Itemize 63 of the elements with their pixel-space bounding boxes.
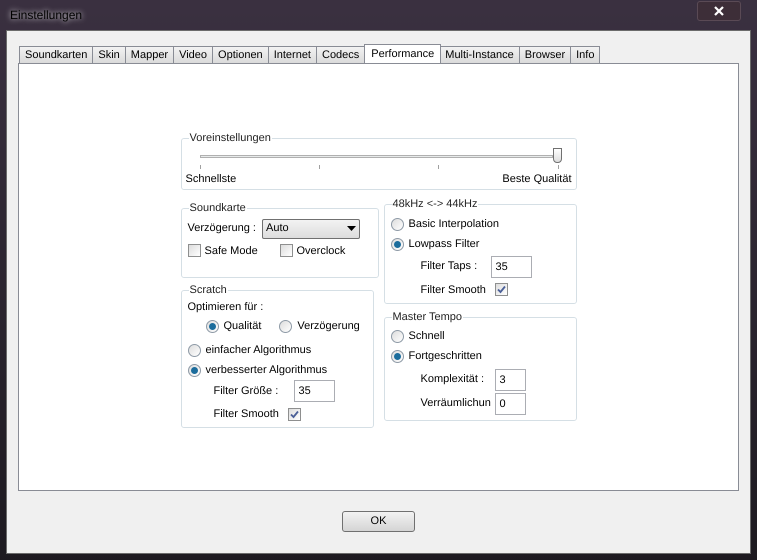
slider-min-label: Schnellste bbox=[186, 172, 236, 186]
caret-icon bbox=[347, 226, 356, 231]
group-title: Voreinstellungen bbox=[188, 131, 272, 146]
tick-mark bbox=[438, 164, 440, 168]
checkbox-label: Safe Mode bbox=[204, 244, 258, 258]
tab[interactable]: Info bbox=[570, 46, 600, 63]
radio-button[interactable] bbox=[390, 218, 404, 231]
tab[interactable]: Browser bbox=[518, 46, 572, 63]
radio-label: Lowpass Filter bbox=[408, 237, 480, 252]
radio-label: Schnell bbox=[408, 329, 445, 344]
field-label: Komplexität : bbox=[420, 372, 486, 388]
radio-button[interactable] bbox=[188, 344, 200, 356]
checkbox[interactable] bbox=[288, 408, 300, 421]
tab[interactable]: Internet bbox=[268, 46, 317, 63]
field-label: Verräumlichun bbox=[420, 396, 492, 412]
tab[interactable]: Soundkarten bbox=[19, 46, 94, 63]
radio-button[interactable] bbox=[390, 350, 404, 363]
close-icon bbox=[714, 6, 724, 16]
radio-button[interactable] bbox=[279, 320, 292, 332]
input-field[interactable]: 35 bbox=[490, 256, 532, 278]
optimize-label: Optimieren für : bbox=[188, 300, 264, 314]
tab[interactable]: Multi-Instance bbox=[439, 46, 520, 63]
input-field[interactable]: 35 bbox=[294, 380, 334, 402]
checkbox[interactable] bbox=[494, 283, 508, 296]
checkmark-icon bbox=[290, 410, 298, 419]
window-title: Einstellungen bbox=[10, 7, 82, 24]
tab[interactable]: Skin bbox=[92, 46, 126, 63]
tab[interactable]: Performance bbox=[364, 44, 442, 63]
filter-size-label: Filter Größe : bbox=[214, 384, 280, 399]
delay-dropdown[interactable]: Auto bbox=[262, 218, 360, 238]
delay-label: Verzögerung : bbox=[188, 221, 256, 236]
radio-button[interactable] bbox=[188, 364, 200, 376]
checkbox[interactable] bbox=[188, 244, 200, 258]
input-field[interactable]: 0 bbox=[494, 392, 526, 414]
filter-smooth-label: Filter Smooth bbox=[420, 282, 487, 298]
checkbox[interactable] bbox=[280, 244, 292, 258]
tab[interactable]: Codecs bbox=[316, 46, 366, 63]
checkbox-label: Overclock bbox=[296, 244, 346, 258]
filter-smooth-label: Filter Smooth bbox=[214, 407, 280, 422]
group-title: Scratch bbox=[188, 283, 228, 298]
tab[interactable]: Mapper bbox=[124, 46, 174, 63]
group-title: Soundkarte bbox=[188, 201, 247, 216]
radio-button[interactable] bbox=[206, 320, 218, 332]
filter-taps-label: Filter Taps : bbox=[420, 259, 478, 274]
slider-thumb[interactable] bbox=[552, 148, 562, 162]
slider-max-label: Beste Qualität bbox=[502, 172, 572, 186]
tab[interactable]: Video bbox=[173, 46, 214, 63]
tick-mark bbox=[318, 164, 320, 168]
close-button[interactable] bbox=[697, 1, 741, 21]
radio-button[interactable] bbox=[390, 330, 404, 343]
input-field[interactable]: 3 bbox=[494, 368, 526, 390]
checkmark-icon bbox=[496, 285, 506, 294]
tab[interactable]: Optionen bbox=[212, 46, 269, 63]
radio-button[interactable] bbox=[390, 238, 404, 251]
group-title: 48kHz <-> 44kHz bbox=[392, 197, 478, 212]
radio-label: Basic Interpolation bbox=[408, 217, 499, 232]
radio-label: Verzögerung bbox=[297, 318, 360, 334]
ok-button[interactable]: OK bbox=[342, 511, 415, 532]
radio-label: verbesserter Algorithmus bbox=[206, 362, 328, 378]
radio-label: Qualität bbox=[224, 318, 262, 334]
radio-label: einfacher Algorithmus bbox=[206, 342, 312, 358]
radio-label: Fortgeschritten bbox=[408, 349, 482, 364]
group-title: Master Tempo bbox=[392, 310, 463, 325]
